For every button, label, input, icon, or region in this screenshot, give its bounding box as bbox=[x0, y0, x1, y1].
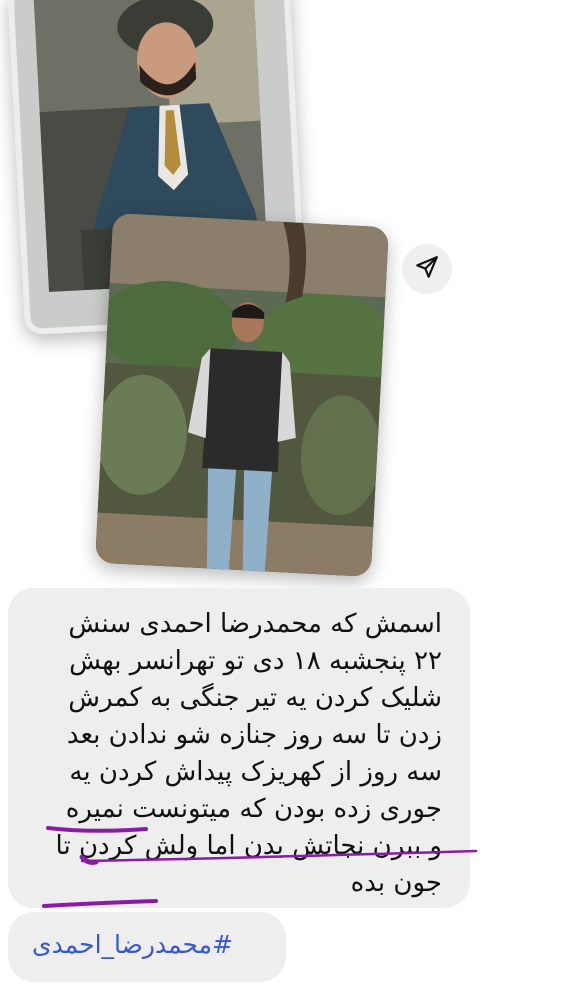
hashtag-link[interactable]: #محمدرضا_احمدی bbox=[32, 930, 233, 959]
hashtag-bubble: #محمدرضا_احمدی bbox=[8, 912, 286, 982]
message-bubble: اسمش که محمدرضا احمدی سنش ۲۲ پنجشبه ۱۸ د… bbox=[8, 588, 470, 908]
outdoor-photo[interactable] bbox=[95, 213, 389, 577]
message-text: اسمش که محمدرضا احمدی سنش ۲۲ پنجشبه ۱۸ د… bbox=[55, 609, 442, 898]
outdoor-photo-image bbox=[95, 213, 389, 577]
send-button[interactable] bbox=[402, 244, 452, 294]
send-icon bbox=[414, 254, 440, 284]
